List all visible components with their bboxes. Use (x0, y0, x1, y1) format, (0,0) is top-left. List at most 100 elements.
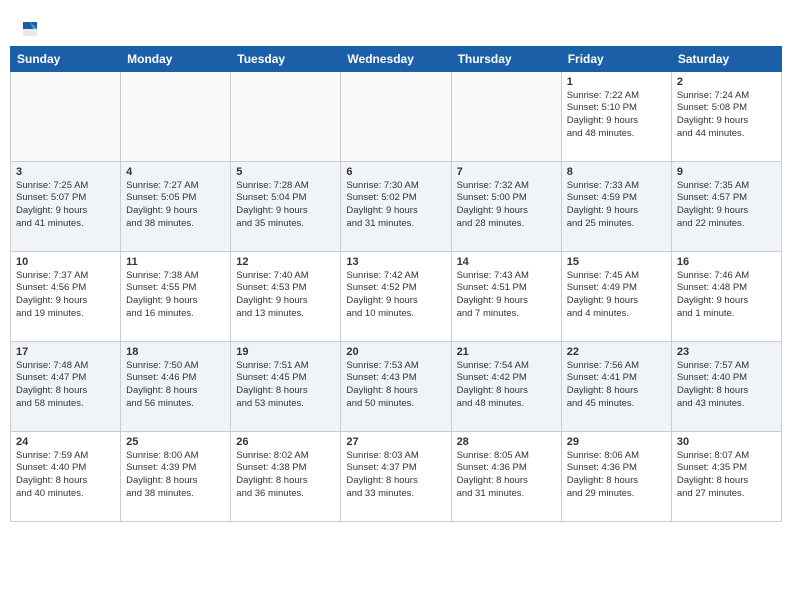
day-number: 10 (16, 256, 115, 268)
calendar-cell: 23 Sunrise: 7:57 AM Sunset: 4:40 PM Dayli… (671, 341, 781, 431)
logo-icon (21, 21, 39, 37)
day-info: Sunrise: 8:03 AM Sunset: 4:37 PM Dayligh… (346, 450, 445, 501)
day-info: Sunrise: 7:51 AM Sunset: 4:45 PM Dayligh… (236, 360, 335, 411)
day-number: 12 (236, 256, 335, 268)
day-info: Sunrise: 7:46 AM Sunset: 4:48 PM Dayligh… (677, 270, 776, 321)
day-number: 9 (677, 166, 776, 178)
calendar-header: SundayMondayTuesdayWednesdayThursdayFrid… (11, 46, 782, 71)
day-info: Sunrise: 7:45 AM Sunset: 4:49 PM Dayligh… (567, 270, 666, 321)
calendar-cell: 28 Sunrise: 8:05 AM Sunset: 4:36 PM Dayli… (451, 431, 561, 521)
logo (20, 18, 41, 38)
day-info: Sunrise: 7:59 AM Sunset: 4:40 PM Dayligh… (16, 450, 115, 501)
calendar-cell: 22 Sunrise: 7:56 AM Sunset: 4:41 PM Dayli… (561, 341, 671, 431)
calendar-cell: 24 Sunrise: 7:59 AM Sunset: 4:40 PM Dayli… (11, 431, 121, 521)
logo-text (20, 18, 39, 38)
calendar-cell: 16 Sunrise: 7:46 AM Sunset: 4:48 PM Dayli… (671, 251, 781, 341)
calendar-cell: 8Sunrise: 7:33 AM Sunset: 4:59 PM Daylig… (561, 161, 671, 251)
weekday-header-monday: Monday (121, 46, 231, 71)
calendar-cell: 5 Sunrise: 7:28 AM Sunset: 5:04 PM Daylig… (231, 161, 341, 251)
page-header (0, 0, 792, 46)
calendar-cell: 20 Sunrise: 7:53 AM Sunset: 4:43 PM Dayli… (341, 341, 451, 431)
weekday-header-sunday: Sunday (11, 46, 121, 71)
day-number: 27 (346, 436, 445, 448)
day-info: Sunrise: 8:06 AM Sunset: 4:36 PM Dayligh… (567, 450, 666, 501)
day-number: 2 (677, 76, 776, 88)
calendar-cell: 21 Sunrise: 7:54 AM Sunset: 4:42 PM Dayli… (451, 341, 561, 431)
day-info: Sunrise: 8:00 AM Sunset: 4:39 PM Dayligh… (126, 450, 225, 501)
day-number: 15 (567, 256, 666, 268)
calendar-wrapper: SundayMondayTuesdayWednesdayThursdayFrid… (0, 46, 792, 532)
day-info: Sunrise: 7:53 AM Sunset: 4:43 PM Dayligh… (346, 360, 445, 411)
calendar-cell: 13 Sunrise: 7:42 AM Sunset: 4:52 PM Dayli… (341, 251, 451, 341)
day-info: Sunrise: 7:57 AM Sunset: 4:40 PM Dayligh… (677, 360, 776, 411)
day-number: 20 (346, 346, 445, 358)
day-info: Sunrise: 7:54 AM Sunset: 4:42 PM Dayligh… (457, 360, 556, 411)
day-number: 29 (567, 436, 666, 448)
weekday-header-wednesday: Wednesday (341, 46, 451, 71)
day-number: 14 (457, 256, 556, 268)
calendar-cell (451, 71, 561, 161)
calendar-cell (11, 71, 121, 161)
day-number: 25 (126, 436, 225, 448)
calendar-cell: 29 Sunrise: 8:06 AM Sunset: 4:36 PM Dayli… (561, 431, 671, 521)
day-number: 5 (236, 166, 335, 178)
weekday-header-saturday: Saturday (671, 46, 781, 71)
weekday-header-thursday: Thursday (451, 46, 561, 71)
day-info: Sunrise: 7:56 AM Sunset: 4:41 PM Dayligh… (567, 360, 666, 411)
calendar-cell: 26Sunrise: 8:02 AM Sunset: 4:38 PM Dayli… (231, 431, 341, 521)
day-info: Sunrise: 7:30 AM Sunset: 5:02 PM Dayligh… (346, 180, 445, 231)
day-info: Sunrise: 7:50 AM Sunset: 4:46 PM Dayligh… (126, 360, 225, 411)
calendar-cell: 2 Sunrise: 7:24 AM Sunset: 5:08 PM Daylig… (671, 71, 781, 161)
day-info: Sunrise: 8:07 AM Sunset: 4:35 PM Dayligh… (677, 450, 776, 501)
day-info: Sunrise: 8:05 AM Sunset: 4:36 PM Dayligh… (457, 450, 556, 501)
calendar-cell: 17 Sunrise: 7:48 AM Sunset: 4:47 PM Dayli… (11, 341, 121, 431)
day-number: 1 (567, 76, 666, 88)
day-number: 23 (677, 346, 776, 358)
calendar-table: SundayMondayTuesdayWednesdayThursdayFrid… (10, 46, 782, 522)
calendar-cell: 27 Sunrise: 8:03 AM Sunset: 4:37 PM Dayli… (341, 431, 451, 521)
day-number: 21 (457, 346, 556, 358)
day-info: Sunrise: 7:37 AM Sunset: 4:56 PM Dayligh… (16, 270, 115, 321)
day-number: 28 (457, 436, 556, 448)
calendar-cell: 10 Sunrise: 7:37 AM Sunset: 4:56 PM Dayli… (11, 251, 121, 341)
day-info: Sunrise: 7:42 AM Sunset: 4:52 PM Dayligh… (346, 270, 445, 321)
day-number: 16 (677, 256, 776, 268)
calendar-body: 1 Sunrise: 7:22 AM Sunset: 5:10 PM Daylig… (11, 71, 782, 521)
day-number: 18 (126, 346, 225, 358)
day-info: Sunrise: 7:28 AM Sunset: 5:04 PM Dayligh… (236, 180, 335, 231)
day-number: 22 (567, 346, 666, 358)
weekday-header-tuesday: Tuesday (231, 46, 341, 71)
day-number: 6 (346, 166, 445, 178)
day-number: 24 (16, 436, 115, 448)
calendar-cell: 1 Sunrise: 7:22 AM Sunset: 5:10 PM Daylig… (561, 71, 671, 161)
calendar-cell: 3Sunrise: 7:25 AM Sunset: 5:07 PM Daylig… (11, 161, 121, 251)
day-number: 19 (236, 346, 335, 358)
day-info: Sunrise: 7:22 AM Sunset: 5:10 PM Dayligh… (567, 90, 666, 141)
day-number: 30 (677, 436, 776, 448)
calendar-cell: 14Sunrise: 7:43 AM Sunset: 4:51 PM Dayli… (451, 251, 561, 341)
calendar-cell (341, 71, 451, 161)
calendar-cell: 18 Sunrise: 7:50 AM Sunset: 4:46 PM Dayli… (121, 341, 231, 431)
day-number: 13 (346, 256, 445, 268)
day-number: 3 (16, 166, 115, 178)
day-number: 17 (16, 346, 115, 358)
day-info: Sunrise: 7:32 AM Sunset: 5:00 PM Dayligh… (457, 180, 556, 231)
calendar-cell (121, 71, 231, 161)
calendar-cell: 19 Sunrise: 7:51 AM Sunset: 4:45 PM Dayli… (231, 341, 341, 431)
day-info: Sunrise: 7:35 AM Sunset: 4:57 PM Dayligh… (677, 180, 776, 231)
day-number: 7 (457, 166, 556, 178)
calendar-cell: 30 Sunrise: 8:07 AM Sunset: 4:35 PM Dayli… (671, 431, 781, 521)
day-info: Sunrise: 7:24 AM Sunset: 5:08 PM Dayligh… (677, 90, 776, 141)
calendar-cell: 12 Sunrise: 7:40 AM Sunset: 4:53 PM Dayli… (231, 251, 341, 341)
calendar-cell: 6 Sunrise: 7:30 AM Sunset: 5:02 PM Daylig… (341, 161, 451, 251)
day-info: Sunrise: 7:38 AM Sunset: 4:55 PM Dayligh… (126, 270, 225, 321)
day-info: Sunrise: 7:27 AM Sunset: 5:05 PM Dayligh… (126, 180, 225, 231)
day-number: 8 (567, 166, 666, 178)
calendar-cell: 11 Sunrise: 7:38 AM Sunset: 4:55 PM Dayli… (121, 251, 231, 341)
calendar-cell: 7 Sunrise: 7:32 AM Sunset: 5:00 PM Daylig… (451, 161, 561, 251)
day-number: 4 (126, 166, 225, 178)
day-info: Sunrise: 7:48 AM Sunset: 4:47 PM Dayligh… (16, 360, 115, 411)
weekday-header-friday: Friday (561, 46, 671, 71)
day-number: 11 (126, 256, 225, 268)
day-info: Sunrise: 7:40 AM Sunset: 4:53 PM Dayligh… (236, 270, 335, 321)
